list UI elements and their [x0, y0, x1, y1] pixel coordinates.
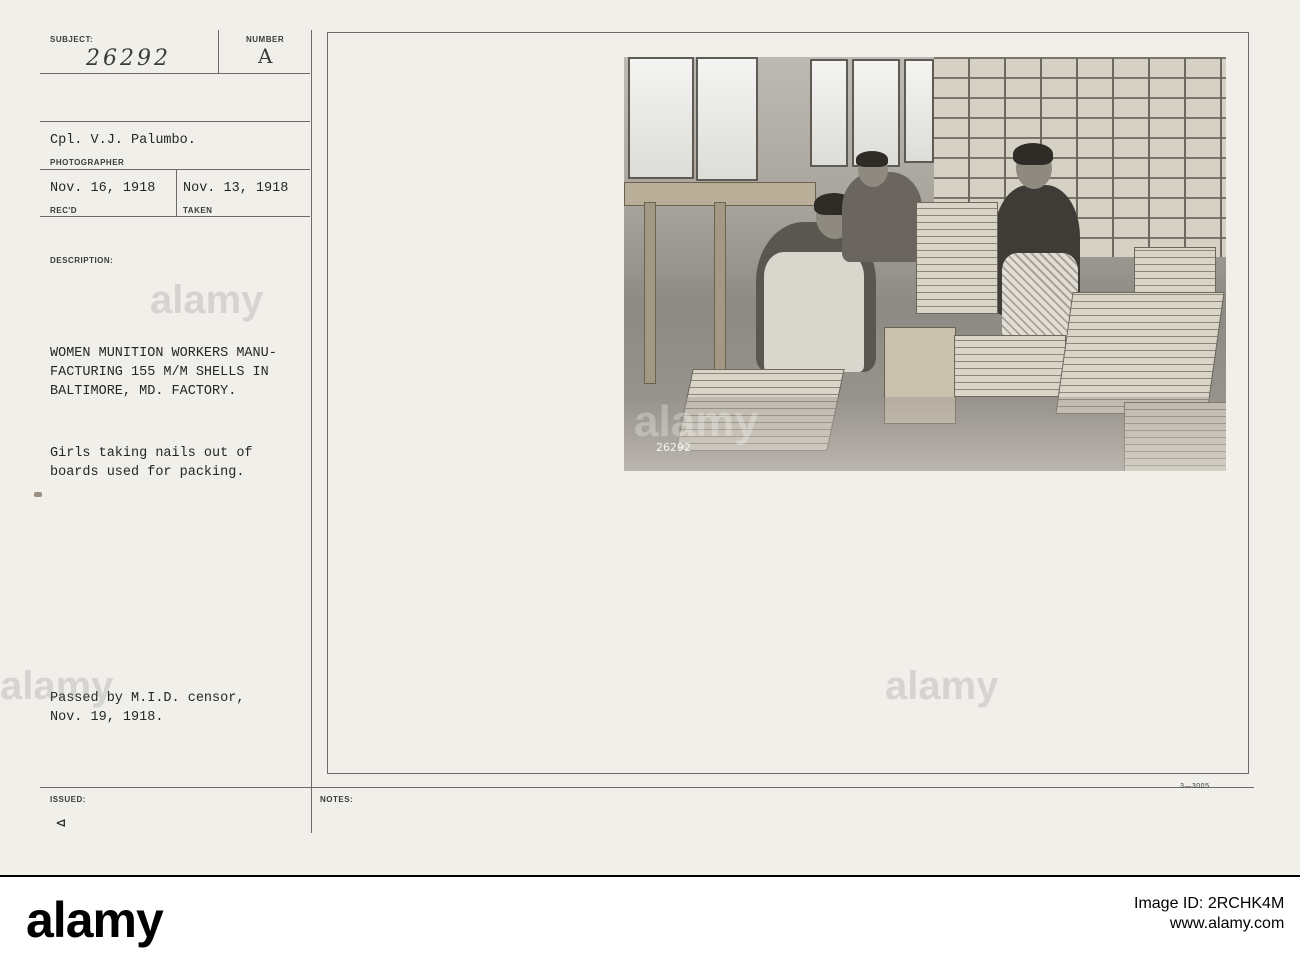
description-label: DESCRIPTION:: [50, 256, 114, 265]
caption-line-2: boards used for packing.: [50, 465, 245, 480]
footer-site-url[interactable]: www.alamy.com: [1134, 914, 1284, 934]
bench-leg-2: [714, 202, 726, 384]
subject-row-line: [40, 73, 310, 74]
window-1: [628, 57, 694, 179]
issued-arrow-mark: ⊲: [56, 815, 66, 833]
received-date: Nov. 16, 1918: [50, 181, 156, 196]
ink-spot: [34, 492, 42, 497]
caption-line-1: Girls taking nails out of: [50, 446, 253, 461]
stock-footer: alamy Image ID: 2RCHK4M www.alamy.com: [0, 875, 1300, 963]
photographer-label: PHOTOGRAPHER: [50, 158, 125, 167]
date-divider: [176, 170, 177, 216]
watermark-left: alamy: [150, 278, 264, 322]
board-stack-right: [1055, 292, 1225, 414]
date-row-line: [40, 216, 310, 217]
worker-3-hair: [1013, 143, 1053, 165]
subject-number-divider: [218, 30, 219, 74]
taken-label: TAKEN: [183, 206, 213, 215]
description-line-1: WOMEN MUNITION WORKERS MANU-: [50, 346, 277, 361]
description-line-2: FACTURING 155 M/M SHELLS IN: [50, 365, 269, 380]
watermark-photo: alamy: [634, 397, 759, 446]
footer-top-rule: [0, 875, 1300, 877]
recd-label: REC'D: [50, 206, 78, 215]
window-5: [904, 59, 934, 163]
description-line-3: BALTIMORE, MD. FACTORY.: [50, 384, 237, 399]
worker-1-apron: [764, 252, 864, 372]
bench-leg-1: [644, 202, 656, 384]
footer-brand-logo: alamy: [26, 892, 164, 948]
watermark-bottom-left: alamy: [0, 664, 114, 708]
subject-number-handwritten: 26292: [86, 46, 171, 71]
left-column-divider: [311, 30, 312, 833]
photographer-top-line: [40, 121, 310, 122]
board-stack-back: [916, 202, 998, 314]
window-2: [696, 57, 758, 181]
image-id-value: 2RCHK4M: [1207, 895, 1285, 912]
notes-label: NOTES:: [320, 795, 354, 804]
archive-card: SUBJECT: NUMBER PHOTOGRAPHER REC'D TAKEN…: [0, 0, 1300, 875]
board-stack-far-right: [1134, 247, 1216, 293]
censor-line-2: Nov. 19, 1918.: [50, 710, 164, 725]
image-id-label: Image ID:: [1134, 895, 1204, 912]
board-stack-middle: [954, 335, 1066, 397]
photographer-name: Cpl. V.J. Palumbo.: [50, 133, 196, 148]
form-code: 3—3005: [1180, 783, 1210, 790]
subject-label: SUBJECT:: [50, 35, 94, 44]
footer-image-info: Image ID: 2RCHK4M www.alamy.com: [1134, 894, 1284, 934]
taken-date: Nov. 13, 1918: [183, 181, 289, 196]
window-3: [810, 59, 848, 167]
issued-label: ISSUED:: [50, 795, 86, 804]
photographer-row-line: [40, 169, 310, 170]
number-value-handwritten: A: [258, 44, 273, 68]
number-label: NUMBER: [246, 35, 285, 44]
worker-2-body: [842, 172, 922, 262]
bottom-row-line: [40, 787, 1254, 788]
factory-photograph: 26292 alamy: [624, 57, 1226, 471]
worker-2-hair: [856, 151, 888, 167]
watermark-bottom-right: alamy: [885, 664, 999, 708]
